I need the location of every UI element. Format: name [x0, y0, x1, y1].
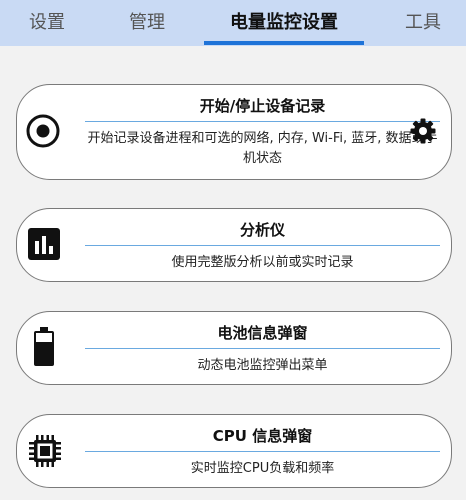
gear-icon[interactable] [409, 117, 437, 145]
card-title: CPU 信息弹窗 [212, 427, 313, 445]
card-description: 实时监控CPU负载和频率 [190, 461, 335, 476]
card-divider [85, 245, 440, 246]
cpu-popup-card[interactable]: CPU 信息弹窗 实时监控CPU负载和频率 [16, 414, 452, 488]
card-divider [85, 348, 440, 349]
battery-popup-card[interactable]: 电池信息弹窗 动态电池监控弹出菜单 [16, 311, 452, 385]
tab-settings[interactable]: 设置 [18, 0, 76, 46]
tab-bar: 设置 管理 电量监控设置 工具 [0, 0, 466, 46]
card-divider [85, 121, 440, 122]
card-title: 电池信息弹窗 [217, 324, 308, 342]
record-icon [25, 113, 61, 149]
tab-manage[interactable]: 管理 [118, 0, 176, 46]
active-tab-indicator [204, 41, 364, 45]
bar-chart-icon [28, 228, 60, 260]
card-description: 动态电池监控弹出菜单 [197, 358, 328, 373]
card-description: 使用完整版分析以前或实时记录 [171, 255, 354, 270]
card-title: 分析仪 [239, 221, 285, 239]
cpu-icon [28, 434, 62, 468]
card-divider [85, 451, 440, 452]
card-title: 开始/停止设备记录 [199, 97, 326, 115]
analyzer-card[interactable]: 分析仪 使用完整版分析以前或实时记录 [16, 208, 452, 282]
start-stop-recording-card[interactable]: 开始/停止设备记录 开始记录设备进程和可选的网络, 内存, Wi-Fi, 蓝牙,… [16, 84, 452, 180]
battery-icon [33, 327, 55, 367]
tab-tools[interactable]: 工具 [394, 0, 452, 46]
card-description: 开始记录设备进程和可选的网络, 内存, Wi-Fi, 蓝牙, 数据或手机状态 [87, 131, 438, 166]
tab-battery-monitor-settings[interactable]: 电量监控设置 [214, 0, 354, 46]
